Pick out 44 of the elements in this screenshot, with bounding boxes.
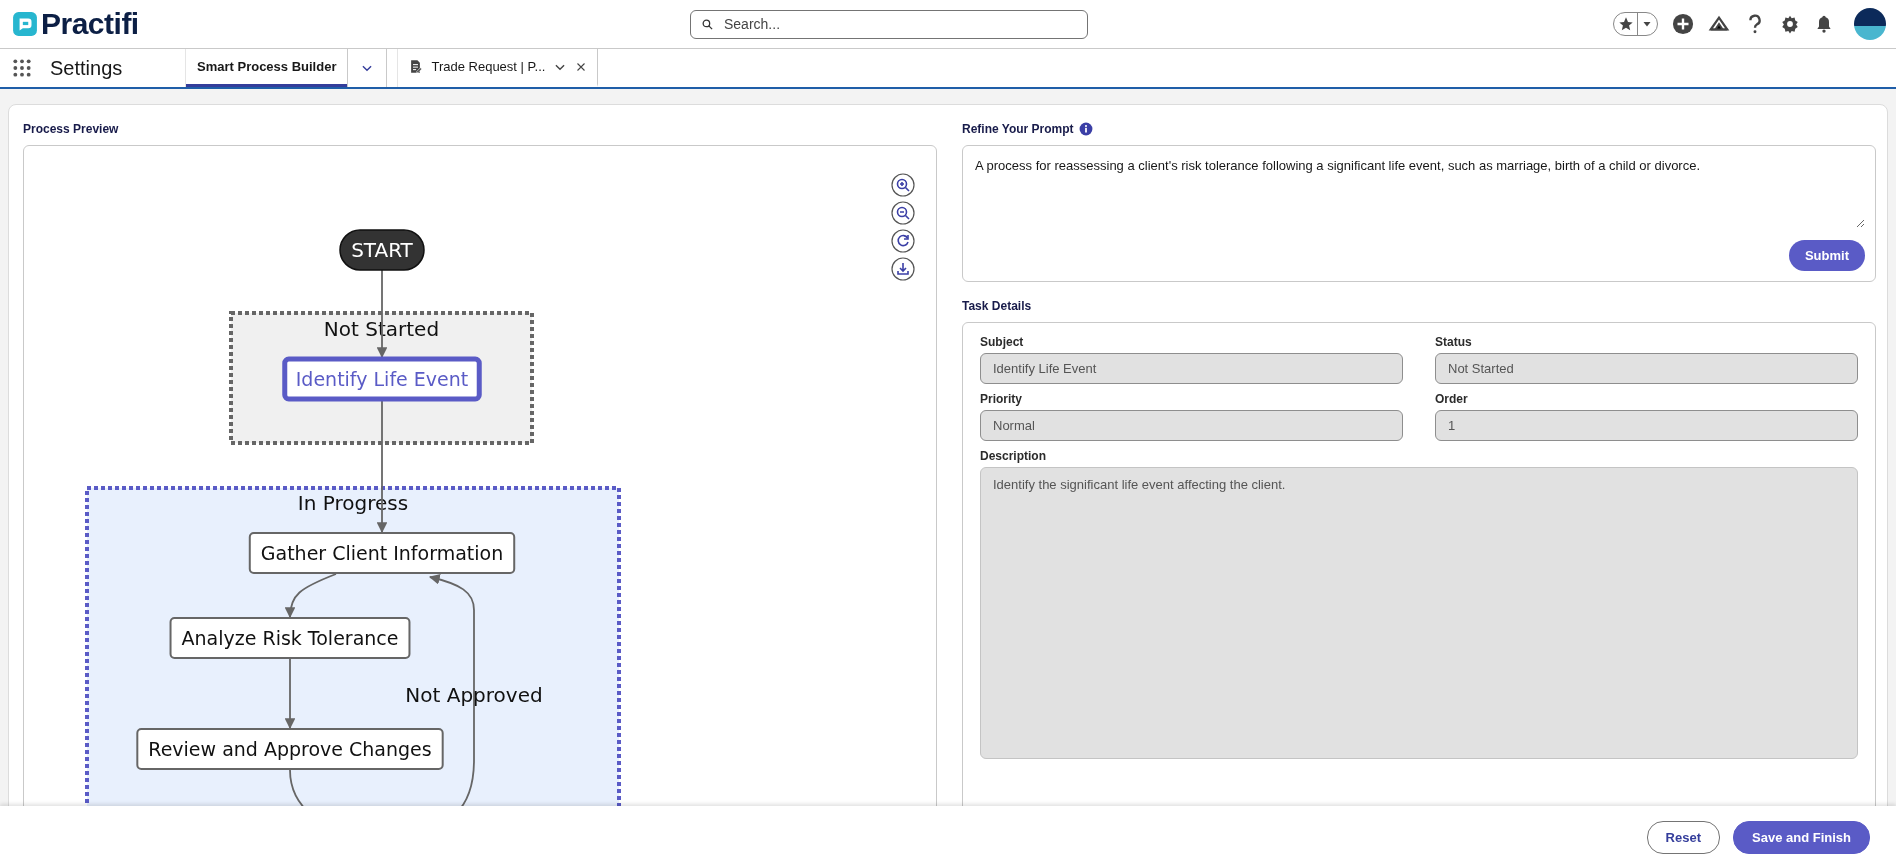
refresh-icon[interactable] bbox=[891, 229, 915, 253]
field-label: Order bbox=[1435, 392, 1469, 408]
search-field[interactable]: Search... bbox=[690, 9, 1088, 39]
tab[interactable]: Trade Request | P... bbox=[398, 49, 599, 87]
description-field[interactable]: Identify the significant life event affecting the client. bbox=[980, 467, 1858, 759]
search-icon bbox=[701, 17, 714, 31]
section-title: Process Preview bbox=[23, 121, 120, 138]
search-input[interactable]: Search... bbox=[722, 15, 1077, 33]
app-launcher-icon[interactable] bbox=[12, 58, 32, 78]
logo-icon bbox=[12, 11, 38, 37]
document-icon bbox=[408, 59, 424, 74]
process-node[interactable]: Identify Life Event bbox=[282, 356, 482, 402]
section-title: Refine Your Prompt bbox=[962, 122, 1074, 136]
save-button[interactable]: Save and Finish bbox=[1733, 820, 1870, 854]
prompt-box[interactable]: A process for reassessing a client's risk tolerance following a significant life event, such as marriage, birth of a child or divorce. Submit bbox=[962, 145, 1876, 282]
field-label: Subject bbox=[980, 335, 1025, 351]
text-field[interactable]: 1 bbox=[1435, 410, 1858, 441]
submit-button[interactable]: Submit bbox=[1788, 240, 1865, 271]
settings-icon[interactable] bbox=[1780, 14, 1800, 34]
process-node[interactable]: Review and Approve Changes bbox=[136, 728, 444, 770]
process-node[interactable]: Gather Client Information bbox=[248, 532, 516, 574]
field-label: Description bbox=[980, 449, 1047, 465]
app-name: Settings bbox=[50, 56, 124, 80]
field-label: Status bbox=[1435, 335, 1473, 351]
star-icon bbox=[1618, 16, 1634, 32]
zoom-out-icon[interactable] bbox=[891, 201, 915, 225]
zoom-in-icon[interactable] bbox=[891, 173, 915, 197]
process-node[interactable]: Analyze Risk Tolerance bbox=[169, 617, 411, 659]
close-icon[interactable] bbox=[575, 60, 588, 73]
info-icon[interactable] bbox=[1078, 122, 1093, 136]
text-field[interactable]: Not Started bbox=[1435, 353, 1858, 384]
section-title: Task Details bbox=[962, 298, 1033, 315]
edge-arrow bbox=[284, 658, 296, 730]
text-field[interactable]: Normal bbox=[980, 410, 1403, 441]
download-icon[interactable] bbox=[891, 257, 915, 281]
field-label: Priority bbox=[980, 392, 1023, 408]
edge-arrow bbox=[285, 573, 337, 619]
text-field[interactable]: Identify Life Event bbox=[980, 353, 1403, 384]
logo-text: Practifi bbox=[41, 7, 139, 41]
add-icon[interactable] bbox=[1672, 13, 1694, 35]
reset-button[interactable]: Reset bbox=[1646, 820, 1720, 854]
start-node: START bbox=[339, 229, 425, 271]
tab[interactable]: Smart Process Builder bbox=[186, 49, 348, 87]
avatar[interactable] bbox=[1854, 8, 1886, 40]
